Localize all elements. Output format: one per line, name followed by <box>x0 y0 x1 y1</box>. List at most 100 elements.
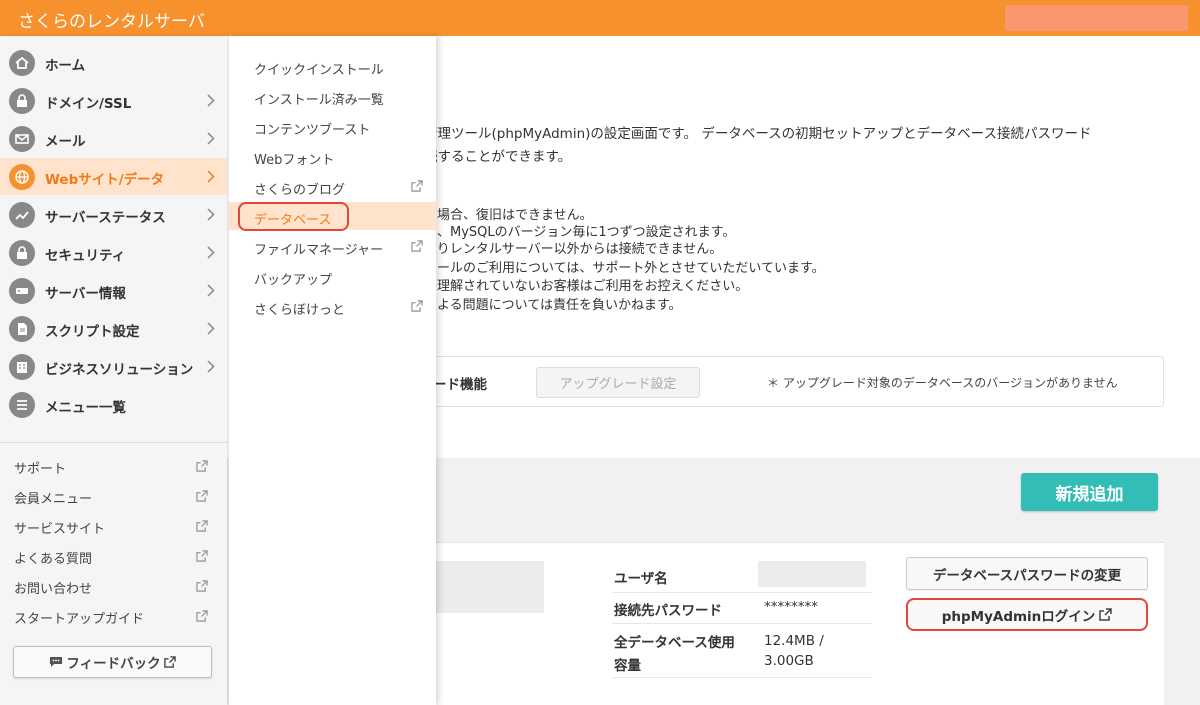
mail-icon <box>9 126 35 152</box>
sidebar-item-home[interactable]: ホーム <box>0 44 227 81</box>
chevron-right-icon <box>207 360 215 373</box>
phpmyadmin-login-label: phpMyAdminログイン <box>941 608 1096 625</box>
submenu-item-backup[interactable]: バックアップ <box>229 262 436 290</box>
usage-value-line-1: 12.4MB / <box>764 633 824 649</box>
submenu-item-label: クイックインストール <box>254 63 384 78</box>
submenu-item-label: コンテンツブースト <box>254 123 371 138</box>
link-contact[interactable]: お問い合わせ <box>14 578 92 597</box>
home-icon <box>9 50 35 76</box>
chevron-right-icon <box>207 208 215 221</box>
external-link-icon <box>196 520 208 532</box>
external-link-icon <box>196 550 208 562</box>
username-value <box>758 561 866 587</box>
external-link-icon <box>1099 608 1113 621</box>
chevron-right-icon <box>207 284 215 297</box>
sidebar: ホーム ドメイン/SSL メール Webサイト/データ サーバーステータス セキ… <box>0 36 227 705</box>
external-link-icon <box>411 240 423 252</box>
sidebar-item-label: メニュー一覧 <box>45 400 126 416</box>
note-line: ツールのご利用については、サポート外とさせていただいています。 <box>424 261 825 276</box>
database-name-placeholder <box>436 561 544 613</box>
sidebar-item-menu-list[interactable]: メニュー一覧 <box>0 386 227 423</box>
sidebar-item-label: ホーム <box>45 58 86 74</box>
note-line: よりレンタルサーバー以外からは接続できません。 <box>424 242 723 257</box>
chevron-right-icon <box>207 94 215 107</box>
upgrade-note: ＊ アップグレード対象のデータベースのバージョンがありません <box>767 376 1118 390</box>
phpmyadmin-login-button[interactable]: phpMyAdminログイン <box>906 598 1148 631</box>
submenu-item-label: Webフォント <box>254 153 335 168</box>
submenu-item-web-font[interactable]: Webフォント <box>229 142 436 170</box>
usage-label-line-1: 全データベース使用 <box>614 635 735 651</box>
sidebar-item-website-data[interactable]: Webサイト/データ <box>0 158 227 195</box>
password-value: ******** <box>764 599 818 615</box>
sidebar-item-label: サーバーステータス <box>45 210 166 226</box>
sidebar-item-domain-ssl[interactable]: ドメイン/SSL <box>0 82 227 119</box>
submenu-item-installed-list[interactable]: インストール済み一覧 <box>229 82 436 110</box>
sidebar-item-server-status[interactable]: サーバーステータス <box>0 196 227 233</box>
sidebar-item-label: スクリプト設定 <box>45 324 140 340</box>
selection-highlight <box>238 202 349 231</box>
feedback-button[interactable]: フィードバック <box>13 646 212 678</box>
description-line-1: 管理ツール(phpMyAdmin)の設定画面です。 データベースの初期セットアッ… <box>424 126 1092 142</box>
note-line: を理解されていないお客様はご利用をお控えください。 <box>424 279 749 294</box>
upgrade-settings-button[interactable]: アップグレード設定 <box>536 367 700 398</box>
usage-value-line-2: 3.00GB <box>764 653 814 669</box>
password-label: 接続先パスワード <box>614 603 722 619</box>
chevron-right-icon <box>207 132 215 145</box>
new-add-button[interactable]: 新規追加 <box>1021 473 1158 511</box>
brand-title[interactable]: さくらのレンタルサーバ <box>18 7 205 32</box>
row-divider <box>612 677 872 678</box>
database-card: ユーザ名 接続先パスワード ******** 全データベース使用 容量 12.4… <box>412 542 1164 705</box>
submenu-item-label: インストール済み一覧 <box>254 93 384 108</box>
link-support[interactable]: サポート <box>14 458 66 477</box>
note-line: による問題については責任を負いかねます。 <box>424 298 682 313</box>
change-password-button[interactable]: データベースパスワードの変更 <box>906 557 1148 590</box>
external-link-icon <box>196 610 208 622</box>
upgrade-panel: ード機能 アップグレード設定 ＊ アップグレード対象のデータベースのバージョンが… <box>412 356 1164 407</box>
submenu-item-label: バックアップ <box>254 273 333 288</box>
sidebar-item-label: Webサイト/データ <box>45 172 165 188</box>
row-divider <box>612 623 872 624</box>
padlock-icon <box>9 240 35 266</box>
chat-icon <box>50 657 63 667</box>
sidebar-item-business-solutions[interactable]: ビジネスソリューション <box>0 348 227 385</box>
sidebar-item-server-info[interactable]: サーバー情報 <box>0 272 227 309</box>
sidebar-item-security[interactable]: セキュリティ <box>0 234 227 271</box>
submenu-item-content-boost[interactable]: コンテンツブースト <box>229 112 436 140</box>
link-faq[interactable]: よくある質問 <box>14 548 92 567</box>
external-link-icon <box>196 460 208 472</box>
external-link-icon <box>411 300 423 312</box>
lock-icon <box>9 88 35 114</box>
link-service-site[interactable]: サービスサイト <box>14 518 105 537</box>
submenu-item-file-manager[interactable]: ファイルマネージャー <box>229 232 436 260</box>
submenu-item-quick-install[interactable]: クイックインストール <box>229 52 436 80</box>
chevron-right-icon <box>207 322 215 335</box>
link-member-menu[interactable]: 会員メニュー <box>14 488 92 507</box>
submenu-item-database[interactable]: データベース <box>229 202 436 231</box>
chevron-right-icon <box>207 170 215 183</box>
upgrade-label: ード機能 <box>433 377 487 393</box>
submenu-item-sakura-pocket[interactable]: さくらぼけっと <box>229 292 436 320</box>
submenu-item-label: さくらのブログ <box>254 183 346 198</box>
sidebar-item-script-settings[interactable]: スクリプト設定 <box>0 310 227 347</box>
submenu-item-label: ファイルマネージャー <box>254 243 384 258</box>
sidebar-item-mail[interactable]: メール <box>0 120 227 157</box>
submenu-item-label: さくらぼけっと <box>254 303 346 318</box>
website-data-submenu: クイックインストール インストール済み一覧 コンテンツブースト Webフォント … <box>229 36 436 705</box>
sidebar-item-label: ビジネスソリューション <box>45 362 194 378</box>
business-icon <box>9 354 35 380</box>
sidebar-item-label: セキュリティ <box>45 248 126 264</box>
external-link-icon <box>163 656 176 668</box>
globe-icon <box>9 164 35 190</box>
feedback-label: フィードバック <box>66 656 161 672</box>
account-box[interactable] <box>1005 5 1188 31</box>
external-link-icon <box>196 490 208 502</box>
submenu-item-sakura-blog[interactable]: さくらのブログ <box>229 172 436 200</box>
link-startup-guide[interactable]: スタートアップガイド <box>14 608 144 627</box>
chevron-right-icon <box>207 246 215 259</box>
top-bar: さくらのレンタルサーバ <box>0 0 1200 36</box>
chart-icon <box>9 202 35 228</box>
sidebar-divider <box>0 442 227 443</box>
list-icon <box>9 392 35 418</box>
usage-label-line-2: 容量 <box>614 658 641 674</box>
username-label: ユーザ名 <box>614 571 668 587</box>
